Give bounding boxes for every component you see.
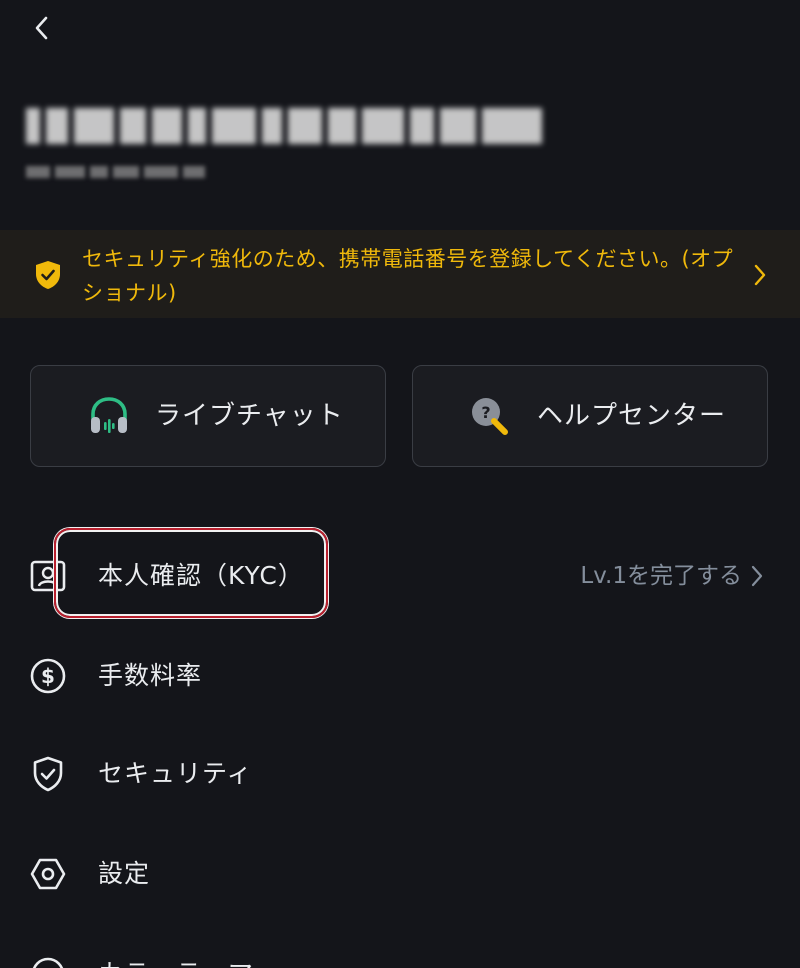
live-chat-button[interactable]: ライブチャット — [30, 365, 386, 467]
shield-check-outline-icon — [33, 756, 63, 792]
banner-text: セキュリティ強化のため、携帯電話番号を登録してください。(オプショナル) — [82, 247, 734, 305]
phone-registration-banner[interactable]: セキュリティ強化のため、携帯電話番号を登録してください。(オプショナル) — [0, 230, 800, 318]
menu-item-settings[interactable]: 設定 — [0, 834, 800, 914]
chevron-left-icon — [35, 16, 48, 40]
gear-icon — [30, 858, 66, 890]
shield-check-icon — [36, 261, 60, 289]
fee-rate-label: 手数料率 — [98, 661, 203, 690]
redacted-uid — [26, 166, 216, 180]
chevron-right-icon — [754, 264, 766, 286]
kyc-status-text: Lv.1を完了する — [580, 563, 742, 589]
redacted-email — [26, 104, 546, 148]
theme-label: カラーテーマ — [98, 954, 254, 968]
help-search-icon: ? — [472, 398, 508, 435]
help-center-button[interactable]: ? ヘルプセンター — [412, 365, 768, 467]
account-screen: セキュリティ強化のため、携帯電話番号を登録してください。(オプショナル) ライブ… — [0, 0, 800, 968]
menu-item-fee-rate[interactable]: $ 手数料率 — [0, 636, 800, 716]
menu-item-theme[interactable]: カラーテーマ — [0, 934, 800, 968]
security-label: セキュリティ — [98, 759, 253, 788]
back-button[interactable] — [22, 8, 62, 48]
menu-item-security[interactable]: セキュリティ — [0, 734, 800, 814]
help-center-label: ヘルプセンター — [537, 401, 727, 431]
settings-label: 設定 — [98, 859, 151, 888]
svg-text:$: $ — [41, 664, 55, 688]
theme-icon — [32, 957, 64, 968]
chevron-right-icon — [751, 565, 763, 587]
dollar-circle-icon: $ — [30, 658, 66, 694]
svg-text:?: ? — [481, 403, 490, 422]
headset-icon — [91, 397, 127, 433]
live-chat-label: ライブチャット — [155, 401, 344, 431]
kyc-status: Lv.1を完了する — [580, 556, 764, 596]
kyc-highlight-outline — [54, 528, 328, 618]
